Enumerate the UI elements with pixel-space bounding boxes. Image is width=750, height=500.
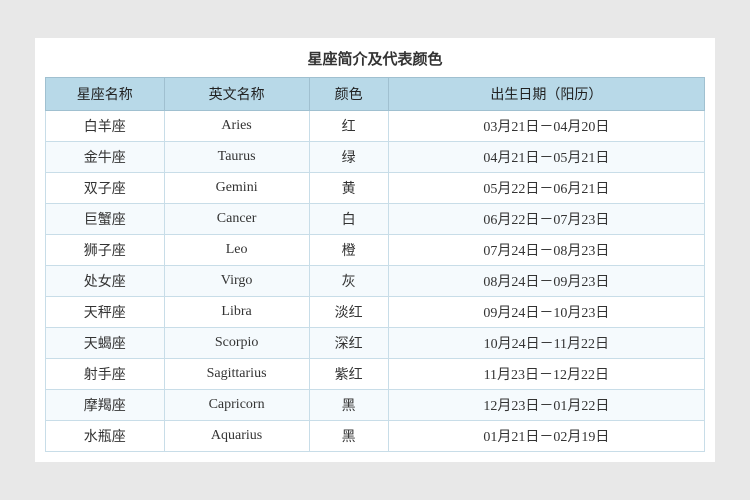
cell-zh: 巨蟹座 — [46, 204, 165, 235]
table-body: 白羊座Aries红03月21日－04月20日金牛座Taurus绿04月21日－0… — [46, 111, 705, 452]
table-row: 巨蟹座Cancer白06月22日－07月23日 — [46, 204, 705, 235]
cell-date: 11月23日－12月22日 — [388, 359, 704, 390]
cell-en: Gemini — [164, 173, 309, 204]
cell-color: 深红 — [309, 328, 388, 359]
cell-color: 黑 — [309, 421, 388, 452]
header-color: 颜色 — [309, 78, 388, 111]
table-row: 双子座Gemini黄05月22日－06月21日 — [46, 173, 705, 204]
cell-en: Taurus — [164, 142, 309, 173]
table-row: 处女座Virgo灰08月24日－09月23日 — [46, 266, 705, 297]
cell-zh: 处女座 — [46, 266, 165, 297]
cell-date: 06月22日－07月23日 — [388, 204, 704, 235]
cell-en: Capricorn — [164, 390, 309, 421]
cell-date: 07月24日－08月23日 — [388, 235, 704, 266]
table-row: 射手座Sagittarius紫红11月23日－12月22日 — [46, 359, 705, 390]
cell-date: 05月22日－06月21日 — [388, 173, 704, 204]
cell-date: 12月23日－01月22日 — [388, 390, 704, 421]
table-row: 摩羯座Capricorn黑12月23日－01月22日 — [46, 390, 705, 421]
cell-date: 09月24日－10月23日 — [388, 297, 704, 328]
header-en: 英文名称 — [164, 78, 309, 111]
cell-date: 03月21日－04月20日 — [388, 111, 704, 142]
cell-color: 淡红 — [309, 297, 388, 328]
cell-en: Libra — [164, 297, 309, 328]
zodiac-table: 星座名称 英文名称 颜色 出生日期（阳历） 白羊座Aries红03月21日－04… — [45, 77, 705, 452]
cell-zh: 狮子座 — [46, 235, 165, 266]
cell-zh: 摩羯座 — [46, 390, 165, 421]
cell-color: 紫红 — [309, 359, 388, 390]
cell-date: 04月21日－05月21日 — [388, 142, 704, 173]
table-row: 狮子座Leo橙07月24日－08月23日 — [46, 235, 705, 266]
header-date: 出生日期（阳历） — [388, 78, 704, 111]
page-title: 星座简介及代表颜色 — [45, 48, 705, 69]
cell-zh: 白羊座 — [46, 111, 165, 142]
table-header-row: 星座名称 英文名称 颜色 出生日期（阳历） — [46, 78, 705, 111]
cell-color: 黄 — [309, 173, 388, 204]
table-row: 金牛座Taurus绿04月21日－05月21日 — [46, 142, 705, 173]
cell-en: Aries — [164, 111, 309, 142]
cell-en: Scorpio — [164, 328, 309, 359]
cell-en: Sagittarius — [164, 359, 309, 390]
header-zh: 星座名称 — [46, 78, 165, 111]
cell-date: 01月21日－02月19日 — [388, 421, 704, 452]
cell-zh: 天蝎座 — [46, 328, 165, 359]
cell-color: 白 — [309, 204, 388, 235]
main-container: 星座简介及代表颜色 星座名称 英文名称 颜色 出生日期（阳历） 白羊座Aries… — [35, 38, 715, 462]
table-row: 水瓶座Aquarius黑01月21日－02月19日 — [46, 421, 705, 452]
table-row: 白羊座Aries红03月21日－04月20日 — [46, 111, 705, 142]
cell-color: 红 — [309, 111, 388, 142]
cell-zh: 射手座 — [46, 359, 165, 390]
cell-date: 08月24日－09月23日 — [388, 266, 704, 297]
cell-en: Cancer — [164, 204, 309, 235]
cell-color: 黑 — [309, 390, 388, 421]
cell-en: Aquarius — [164, 421, 309, 452]
cell-color: 橙 — [309, 235, 388, 266]
cell-color: 灰 — [309, 266, 388, 297]
cell-color: 绿 — [309, 142, 388, 173]
cell-en: Leo — [164, 235, 309, 266]
table-row: 天秤座Libra淡红09月24日－10月23日 — [46, 297, 705, 328]
table-row: 天蝎座Scorpio深红10月24日－11月22日 — [46, 328, 705, 359]
cell-en: Virgo — [164, 266, 309, 297]
cell-zh: 天秤座 — [46, 297, 165, 328]
cell-date: 10月24日－11月22日 — [388, 328, 704, 359]
cell-zh: 双子座 — [46, 173, 165, 204]
cell-zh: 金牛座 — [46, 142, 165, 173]
cell-zh: 水瓶座 — [46, 421, 165, 452]
